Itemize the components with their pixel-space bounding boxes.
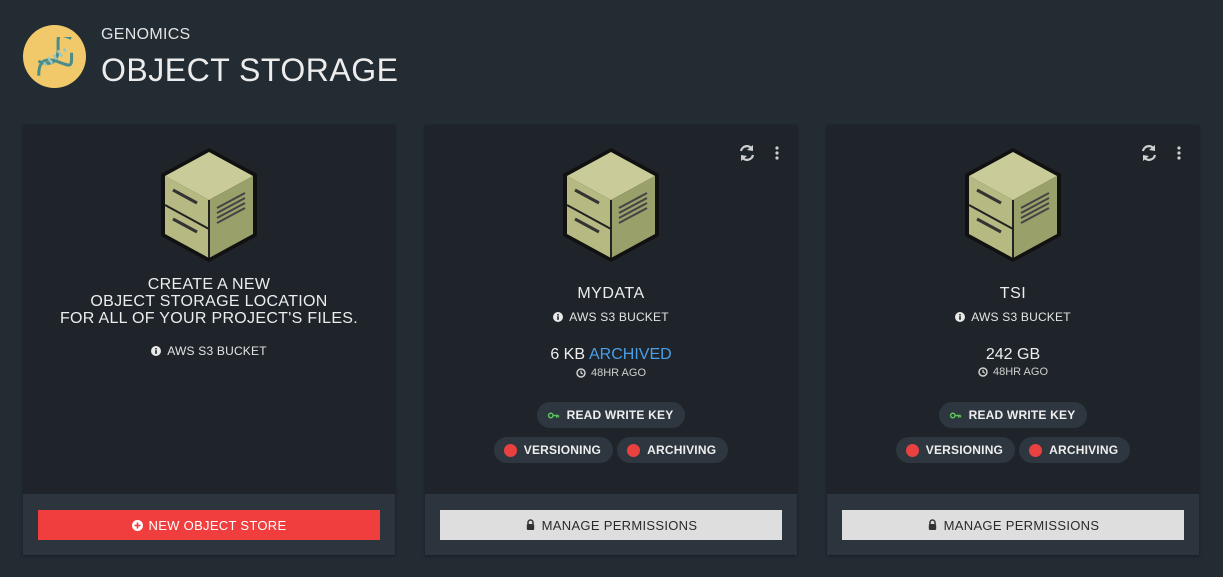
manage-permissions-button[interactable]: MANAGE PERMISSIONS xyxy=(842,510,1184,540)
archiving-status-dot xyxy=(1029,443,1043,457)
versioning-status-dot xyxy=(503,443,517,457)
dna-icon xyxy=(36,36,73,76)
key-icon xyxy=(547,412,559,418)
lock-icon xyxy=(927,519,938,531)
plus-circle-icon xyxy=(131,519,143,531)
page-header: GENOMICS OBJECT STORAGE xyxy=(23,24,623,94)
store-size-value: 6 KB xyxy=(550,346,585,363)
refresh-icon[interactable] xyxy=(1139,143,1159,163)
clock-icon xyxy=(978,367,988,377)
card-footer: MANAGE PERMISSIONS xyxy=(425,494,797,555)
page-title: OBJECT STORAGE xyxy=(101,52,399,88)
store-type: AWS S3 BUCKET xyxy=(827,310,1199,324)
store-card-tsi: TSI AWS S3 BUCKET 242 GB 48HR AGO READ W… xyxy=(827,125,1199,555)
manage-permissions-button[interactable]: MANAGE PERMISSIONS xyxy=(440,510,782,540)
last-updated: 48HR AGO xyxy=(827,366,1199,378)
new-object-store-button[interactable]: NEW OBJECT STORE xyxy=(38,510,380,540)
store-size: 6 KB ARCHIVED xyxy=(425,346,797,364)
project-name: GENOMICS xyxy=(101,26,191,43)
key-icon xyxy=(949,412,961,418)
info-icon xyxy=(955,312,966,322)
refresh-icon[interactable] xyxy=(737,143,757,163)
feature-row: VERSIONING ARCHIVING xyxy=(425,437,797,463)
manage-permissions-label: MANAGE PERMISSIONS xyxy=(541,517,698,533)
store-type: AWS S3 BUCKET xyxy=(425,310,797,324)
more-vertical-icon[interactable] xyxy=(1177,146,1181,160)
last-updated: 48HR AGO xyxy=(425,367,797,379)
manage-permissions-label: MANAGE PERMISSIONS xyxy=(943,517,1100,533)
filing-cabinet-icon xyxy=(561,146,661,264)
filing-cabinet-icon xyxy=(159,146,259,264)
read-write-key-pill[interactable]: READ WRITE KEY xyxy=(536,402,686,428)
store-size: 242 GB xyxy=(827,346,1199,364)
versioning-pill[interactable]: VERSIONING xyxy=(493,437,614,463)
read-write-key-pill[interactable]: READ WRITE KEY xyxy=(938,402,1088,428)
create-line-2: OBJECT STORAGE LOCATION xyxy=(90,293,328,310)
store-type-label: AWS S3 BUCKET xyxy=(167,344,267,358)
store-size-value: 242 GB xyxy=(985,346,1041,363)
archiving-label: ARCHIVING xyxy=(647,443,717,457)
clock-icon xyxy=(576,368,586,378)
archiving-label: ARCHIVING xyxy=(1049,443,1119,457)
card-footer: MANAGE PERMISSIONS xyxy=(827,494,1199,555)
card-footer: NEW OBJECT STORE xyxy=(23,494,395,555)
card-actions xyxy=(737,143,779,163)
read-write-key-label: READ WRITE KEY xyxy=(566,408,674,422)
lock-icon xyxy=(525,519,536,531)
versioning-status-dot xyxy=(905,443,919,457)
key-row: READ WRITE KEY xyxy=(425,402,797,428)
info-icon xyxy=(553,312,564,322)
feature-row: VERSIONING ARCHIVING xyxy=(827,437,1199,463)
archiving-pill[interactable]: ARCHIVING xyxy=(617,437,729,463)
versioning-label: VERSIONING xyxy=(925,443,1004,457)
create-line-3: FOR ALL OF YOUR PROJECT'S FILES. xyxy=(59,310,359,327)
filing-cabinet-icon xyxy=(963,146,1063,264)
last-updated-label: 48HR AGO xyxy=(992,366,1049,378)
card-actions xyxy=(1139,143,1181,163)
archiving-pill[interactable]: ARCHIVING xyxy=(1019,437,1131,463)
logo xyxy=(23,25,86,88)
store-type-label: AWS S3 BUCKET xyxy=(971,310,1071,324)
last-updated-label: 48HR AGO xyxy=(590,367,647,379)
store-name: TSI xyxy=(999,285,1027,302)
versioning-pill[interactable]: VERSIONING xyxy=(895,437,1016,463)
archived-status[interactable]: ARCHIVED xyxy=(589,346,672,363)
info-icon xyxy=(151,346,162,356)
create-line-1: CREATE A NEW xyxy=(147,276,271,293)
more-vertical-icon[interactable] xyxy=(775,146,779,160)
store-type-label: AWS S3 BUCKET xyxy=(569,310,669,324)
create-store-card: CREATE A NEW OBJECT STORAGE LOCATION FOR… xyxy=(23,125,395,555)
versioning-label: VERSIONING xyxy=(523,443,602,457)
store-type: AWS S3 BUCKET xyxy=(23,344,395,358)
read-write-key-label: READ WRITE KEY xyxy=(968,408,1076,422)
store-name: MYDATA xyxy=(577,285,645,302)
archiving-status-dot xyxy=(627,443,641,457)
key-row: READ WRITE KEY xyxy=(827,402,1199,428)
new-object-store-label: NEW OBJECT STORE xyxy=(148,517,287,533)
store-card-mydata: MYDATA AWS S3 BUCKET 6 KB ARCHIVED 48HR A… xyxy=(425,125,797,555)
create-description: CREATE A NEW OBJECT STORAGE LOCATION FOR… xyxy=(23,276,395,327)
